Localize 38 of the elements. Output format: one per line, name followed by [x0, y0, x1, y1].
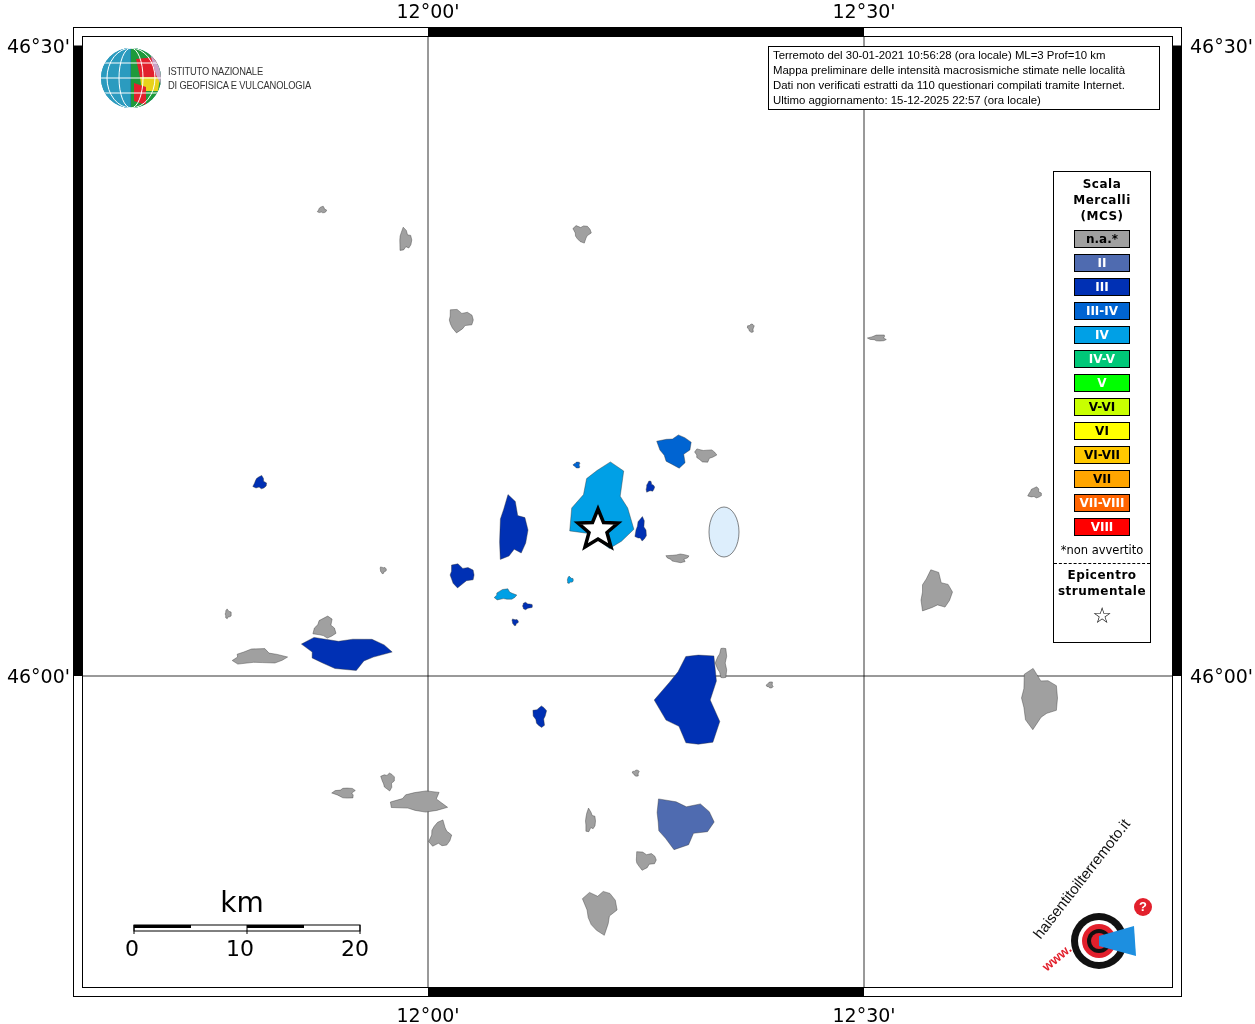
intensity-swatch: II: [1074, 254, 1130, 272]
info-line: Terremoto del 30-01-2021 10:56:28 (ora locale) ML=3 Prof=10 km: [773, 48, 1107, 63]
institute-name: ISTITUTO NAZIONALE: [168, 64, 264, 78]
longitude-label: 12°00': [396, 0, 460, 22]
intensity-swatch: VI-VII: [1074, 446, 1130, 464]
star-symbol: ☆: [1092, 603, 1112, 629]
scale-tick-label: 10: [226, 935, 254, 963]
legend-title: Scala: [1082, 176, 1122, 192]
longitude-label: 12°00': [396, 1004, 460, 1024]
legend-title: strumentale: [1057, 583, 1147, 599]
legend-note: *non avvertito: [1060, 543, 1144, 557]
intensity-swatch: V: [1074, 374, 1130, 392]
intensity-swatch: V-VI: [1074, 398, 1130, 416]
latitude-label: 46°00': [1190, 665, 1254, 687]
latitude-label: 46°30': [6, 35, 70, 57]
institute-name: DI GEOFISICA E VULCANOLOGIA: [168, 78, 311, 92]
legend-title: Epicentro: [1067, 567, 1137, 583]
legend-title: (MCS): [1080, 208, 1124, 224]
scale-tick-label: 20: [341, 935, 369, 963]
intensity-swatch: IV: [1074, 326, 1130, 344]
intensity-swatch: VII-VIII: [1074, 494, 1130, 512]
intensity-swatch: VI: [1074, 422, 1130, 440]
legend-title: Mercalli: [1073, 192, 1131, 208]
intensity-swatch: IV-V: [1074, 350, 1130, 368]
intensity-swatch: III-IV: [1074, 302, 1130, 320]
scale-unit: km: [220, 886, 264, 920]
info-line: Mappa preliminare delle intensità macrosismiche stimate nelle località: [773, 63, 1126, 78]
intensity-swatch: VIII: [1074, 518, 1130, 536]
info-line: Ultimo aggiornamento: 15-12-2025 22:57 (ora locale): [773, 93, 1042, 108]
intensity-swatch: VII: [1074, 470, 1130, 488]
intensity-swatch: III: [1074, 278, 1130, 296]
intensity-swatch: n.a.*: [1074, 230, 1130, 248]
longitude-label: 12°30': [832, 1004, 896, 1024]
longitude-label: 12°30': [832, 0, 896, 22]
info-line: Dati non verificati estratti da 110 questionari compilati tramite Internet.: [773, 78, 1126, 93]
scale-tick-label: 0: [125, 935, 139, 963]
latitude-label: 46°00': [6, 665, 70, 687]
latitude-label: 46°30': [1190, 35, 1254, 57]
